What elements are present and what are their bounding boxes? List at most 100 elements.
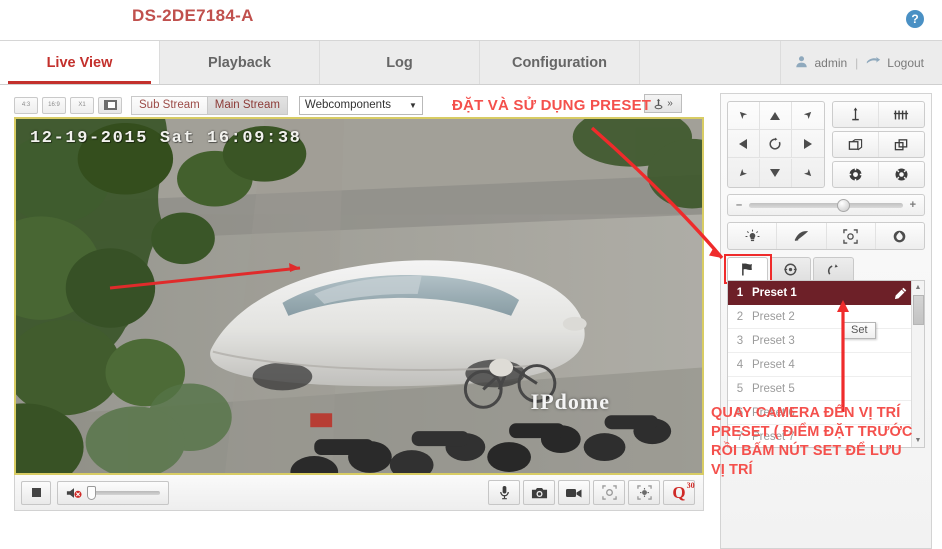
ptz-down[interactable] (760, 158, 792, 187)
plugin-select[interactable]: Webcomponents ▼ (298, 95, 423, 115)
lens-init-icon (894, 230, 906, 242)
focus-far-button[interactable] (877, 132, 924, 157)
arrow-up-left-icon (739, 111, 748, 119)
zoom-out-icon (894, 110, 909, 119)
record-button[interactable] (558, 480, 590, 505)
digital-zoom-button[interactable] (628, 480, 660, 505)
video-camera-icon (566, 489, 582, 498)
aspect-ratio-16-9-button[interactable]: 16:9 (42, 96, 66, 114)
aspect-ratio-4-3-button[interactable]: 4:3 (14, 96, 38, 114)
auto-scan-icon (769, 137, 781, 150)
volume-slider-knob[interactable] (87, 485, 96, 500)
audio-button[interactable] (488, 480, 520, 505)
video-toolbar: 4:3 16:9 X1 Sub Stream Main Stream Webco… (14, 93, 712, 117)
preset-row-6[interactable]: 6 Preset 6 (728, 401, 924, 425)
logout-button[interactable]: Logout (887, 56, 924, 70)
tab-configuration[interactable]: Configuration (480, 41, 640, 84)
lens-initialization-button[interactable] (874, 223, 924, 249)
preset-row-2[interactable]: 2 Preset 2 (728, 305, 924, 329)
ptz-auto-scan[interactable] (759, 130, 792, 159)
preset-row-5[interactable]: 5 Preset 5 (728, 377, 924, 401)
zoom-out-button[interactable] (877, 102, 924, 127)
preset-name: Preset 5 (752, 382, 795, 395)
ptz-up-left[interactable] (728, 102, 760, 130)
ptz-direction-pad (727, 101, 825, 188)
volume-control[interactable] (57, 480, 169, 505)
preset-number: 3 (736, 334, 744, 347)
ptz-panel: – + 1 Preset 1 2 Preset 2 3 Preset 3 4 P… (720, 93, 932, 549)
preset-number: 2 (736, 310, 744, 323)
pencil-icon[interactable] (890, 287, 910, 300)
page-header: DS-2DE7184-A ? (0, 0, 942, 40)
ptz-up-right[interactable] (791, 102, 824, 130)
main-stream-button[interactable]: Main Stream (207, 95, 288, 115)
arrow-left-icon (739, 138, 748, 149)
zoom-in-icon (851, 107, 859, 121)
focus-near-button[interactable] (833, 132, 878, 157)
help-icon[interactable]: ? (906, 10, 924, 28)
stop-icon[interactable] (21, 480, 51, 505)
ptz-down-right[interactable] (792, 159, 824, 187)
iris-row (831, 161, 925, 188)
auxiliary-focus-button[interactable] (825, 223, 875, 249)
ptz-up[interactable] (759, 102, 792, 130)
light-icon (745, 229, 760, 241)
focus-row (831, 131, 925, 158)
speed-minus-icon[interactable]: – (736, 199, 742, 211)
ptz-down-left[interactable] (728, 158, 760, 187)
ptz-right[interactable] (791, 130, 824, 159)
preset-row-4[interactable]: 4 Preset 4 (728, 353, 924, 377)
scroll-down-icon[interactable]: ▼ (912, 434, 924, 447)
video-frame[interactable]: 12-19-2015 Sat 16:09:38 IPdome (14, 117, 704, 475)
preset-number: 5 (736, 382, 744, 395)
tab-patrol[interactable] (770, 257, 811, 280)
tab-pattern[interactable] (813, 257, 854, 280)
user-session-box: admin | Logout (781, 41, 942, 84)
manual-track-icon (601, 485, 617, 500)
capture-button[interactable] (523, 480, 555, 505)
iris-close-button[interactable] (877, 162, 924, 187)
preset-list-scrollbar[interactable]: ▲ ▼ (911, 281, 924, 447)
digital-zoom-icon (636, 485, 652, 500)
quality-superscript: 30 (686, 481, 695, 490)
preset-row-7[interactable]: 7 Preset 7 (728, 425, 924, 447)
video-watermark: IPdome (530, 389, 610, 414)
preset-row-3[interactable]: 3 Preset 3 (728, 329, 924, 353)
sub-stream-button[interactable]: Sub Stream (131, 95, 208, 115)
tab-preset[interactable] (727, 257, 768, 280)
logout-icon[interactable] (866, 55, 881, 70)
preset-name: Preset 6 (752, 406, 795, 419)
ptz-speed-slider[interactable] (749, 198, 903, 212)
light-button[interactable] (728, 223, 776, 249)
full-window-icon[interactable] (98, 96, 122, 114)
wiper-button[interactable] (776, 223, 825, 249)
preset-name: Preset 4 (752, 358, 795, 371)
aspect-ratio-x1-button[interactable]: X1 (70, 96, 94, 114)
pattern-icon (827, 263, 838, 275)
scroll-up-icon[interactable]: ▲ (912, 281, 924, 294)
arrow-up-right-icon (803, 111, 812, 119)
speed-plus-icon[interactable]: + (910, 199, 916, 211)
preset-flag-icon (741, 263, 752, 275)
tab-live-view[interactable]: Live View (0, 41, 160, 84)
preset-list[interactable]: 1 Preset 1 2 Preset 2 3 Preset 3 4 Prese… (727, 280, 925, 448)
tab-log[interactable]: Log (320, 41, 480, 84)
iris-open-button[interactable] (833, 162, 878, 187)
ptz-left[interactable] (728, 130, 760, 159)
ptz-panel-toggle[interactable]: » (644, 94, 682, 113)
ptz-speed-slider-knob[interactable] (836, 198, 850, 212)
scrollbar-thumb[interactable] (913, 295, 924, 325)
user-name: admin (814, 55, 848, 70)
preset-row-1[interactable]: 1 Preset 1 (728, 281, 924, 305)
player-control-bar: Q 30 (14, 475, 704, 511)
preset-name: Preset 2 (752, 310, 795, 323)
tab-playback[interactable]: Playback (160, 41, 320, 84)
manual-tracking-button[interactable] (593, 480, 625, 505)
ptz-speed-slider-row: – + (727, 194, 925, 216)
preset-number: 4 (736, 358, 744, 371)
quality-button[interactable]: Q 30 (663, 480, 695, 505)
chevron-down-icon: ▼ (409, 100, 417, 110)
ptz-aux-row (727, 222, 925, 250)
volume-slider[interactable] (87, 485, 160, 500)
zoom-in-button[interactable] (833, 102, 878, 127)
